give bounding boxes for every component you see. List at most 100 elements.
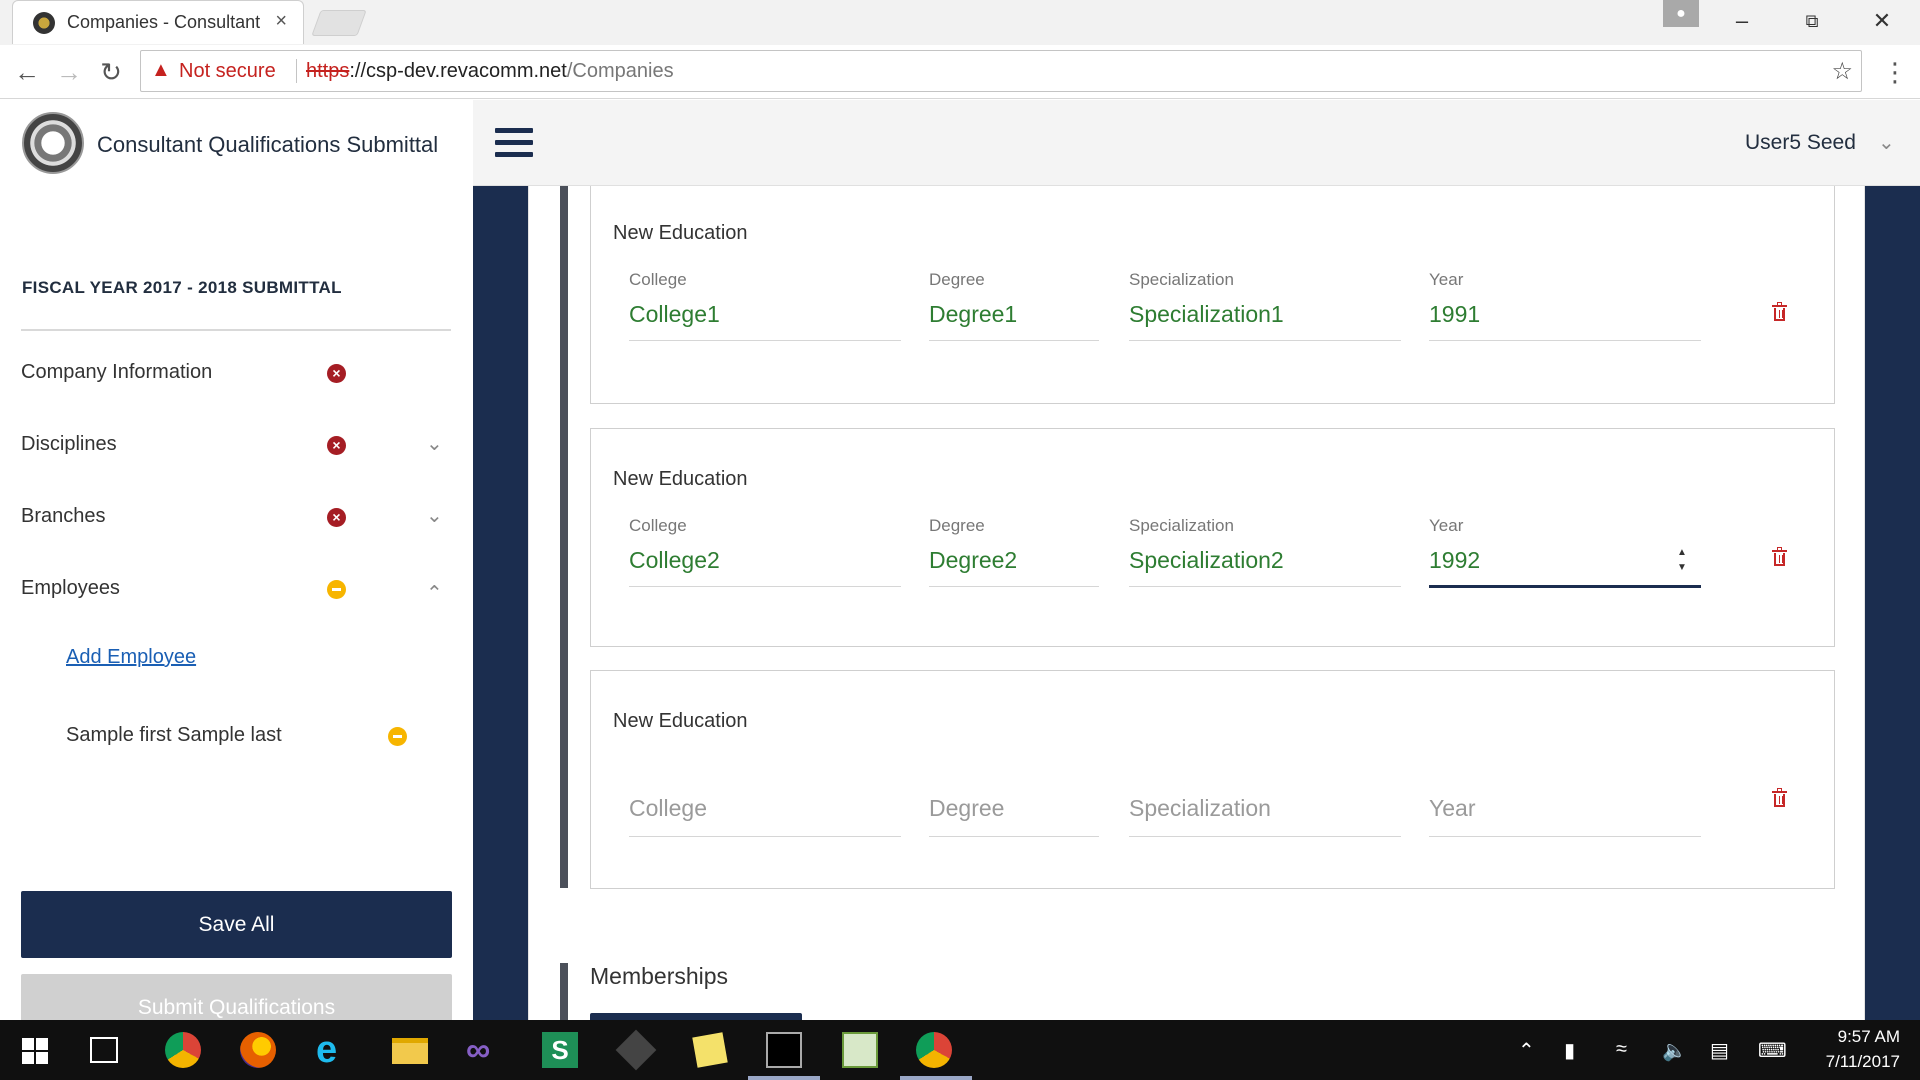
active-app-indicator	[748, 1076, 820, 1080]
url-text[interactable]: https://csp-dev.revacomm.net/Companies	[306, 60, 674, 83]
gitkraken-icon[interactable]	[615, 1029, 657, 1071]
tray-chevron-up-icon[interactable]: ⌃	[1518, 1038, 1535, 1063]
add-employee-link[interactable]: Add Employee	[66, 646, 196, 669]
trash-icon[interactable]	[1772, 302, 1787, 321]
windows-taskbar: e ∞ S ⌃ ▮ ≈ 🔈 ▤ ⌨ 9:57 AM 7/11/2017	[0, 1020, 1920, 1080]
command-prompt-icon[interactable]	[766, 1032, 802, 1068]
clock-time[interactable]: 9:57 AM	[1820, 1027, 1900, 1047]
degree-input[interactable]: Degree	[929, 769, 1099, 839]
trash-icon[interactable]	[1772, 788, 1787, 807]
year-field-focused[interactable]: Year 1992 ▲ ▼	[1429, 516, 1701, 588]
fiscal-year-heading: FISCAL YEAR 2017 - 2018 SUBMITTAL	[22, 278, 342, 297]
chevron-up-icon[interactable]: ⌄	[426, 579, 443, 604]
field-label: College	[629, 516, 687, 535]
spreadsheet-app-icon[interactable]	[842, 1032, 878, 1068]
field-underline	[629, 836, 901, 837]
visual-studio-icon[interactable]: ∞	[466, 1032, 502, 1068]
task-view-icon[interactable]	[90, 1037, 118, 1063]
close-window-icon[interactable]: ✕	[1862, 8, 1902, 34]
warning-status-icon	[388, 727, 407, 746]
specialization-field[interactable]: Specialization Specialization1	[1129, 270, 1401, 341]
employee-item[interactable]: Sample first Sample last	[66, 724, 436, 764]
education-card-title: New Education	[613, 468, 748, 490]
field-value: College1	[629, 301, 720, 327]
specialization-input[interactable]: Specialization	[1129, 769, 1401, 839]
degree-field[interactable]: Degree Degree2	[929, 516, 1099, 587]
field-underline	[929, 340, 1099, 341]
minimize-icon[interactable]: –	[1722, 8, 1762, 34]
field-label: Degree	[929, 516, 985, 535]
year-field[interactable]: Year 1991	[1429, 270, 1701, 341]
back-icon[interactable]: ←	[10, 55, 44, 89]
sidebar-item-company-information[interactable]: Company Information ×	[21, 349, 451, 399]
url-scheme: https	[306, 60, 350, 82]
sidebar-item-employees[interactable]: Employees ⌄	[21, 565, 451, 615]
field-value: Specialization2	[1129, 547, 1284, 573]
field-value: Degree1	[929, 301, 1018, 327]
volume-muted-icon[interactable]: 🔈	[1662, 1038, 1687, 1063]
submit-qualifications-button[interactable]: Submit Qualifications	[21, 974, 452, 1020]
field-placeholder: Year	[1429, 795, 1476, 821]
memberships-add-button[interactable]	[590, 1013, 802, 1020]
sidebar: Consultant Qualifications Submittal FISC…	[0, 100, 473, 1020]
chrome-active-icon[interactable]	[916, 1032, 952, 1068]
app-title: Consultant Qualifications Submittal	[97, 132, 439, 157]
chevron-down-icon[interactable]: ⌄	[426, 503, 443, 528]
browser-toolbar: ← → ↻ ▲ Not secure https://csp-dev.revac…	[0, 45, 1920, 99]
internet-explorer-icon[interactable]: e	[316, 1031, 352, 1069]
spinner-down-icon[interactable]: ▼	[1677, 563, 1687, 573]
app-s-icon[interactable]: S	[542, 1032, 578, 1068]
field-label: Degree	[929, 270, 985, 289]
chevron-down-icon[interactable]: ⌄	[426, 431, 443, 456]
bookmark-star-icon[interactable]: ☆	[1831, 57, 1853, 86]
browser-tab[interactable]: Companies - Consultant ×	[12, 0, 304, 44]
warning-status-icon	[327, 580, 346, 599]
sticky-notes-icon[interactable]	[692, 1032, 728, 1068]
clock-date[interactable]: 7/11/2017	[1805, 1052, 1900, 1072]
chrome-icon[interactable]	[165, 1032, 201, 1068]
error-status-icon: ×	[327, 364, 346, 383]
address-bar[interactable]: ▲ Not secure https://csp-dev.revacomm.ne…	[140, 50, 1862, 92]
new-tab-button[interactable]	[311, 10, 367, 36]
college-input[interactable]: College	[629, 769, 901, 839]
keyboard-icon[interactable]: ⌨	[1758, 1038, 1787, 1063]
reload-icon[interactable]: ↻	[94, 55, 128, 89]
user-menu[interactable]: User5 Seed	[1745, 131, 1856, 155]
field-underline	[1429, 340, 1701, 341]
url-host: ://csp-dev.revacomm.net	[349, 60, 567, 82]
hamburger-menu-icon[interactable]	[495, 128, 533, 158]
agency-seal-logo	[22, 112, 84, 174]
field-label: Year	[1429, 270, 1464, 289]
trash-icon[interactable]	[1772, 547, 1787, 566]
sidebar-item-label: Company Information	[21, 361, 213, 383]
browser-menu-icon[interactable]: ⋮	[1882, 57, 1908, 88]
field-value: Specialization1	[1129, 301, 1284, 327]
save-all-button[interactable]: Save All	[21, 891, 452, 958]
college-field[interactable]: College College2	[629, 516, 901, 587]
chevron-down-icon[interactable]: ⌄	[1878, 130, 1895, 155]
education-card-title: New Education	[613, 222, 748, 244]
field-underline	[929, 836, 1099, 837]
sidebar-item-branches[interactable]: Branches × ⌄	[21, 493, 451, 543]
not-secure-label[interactable]: Not secure	[179, 60, 276, 83]
sidebar-item-label: Employees	[21, 577, 120, 599]
sidebar-item-disciplines[interactable]: Disciplines × ⌄	[21, 421, 451, 471]
profile-icon[interactable]: ●	[1663, 0, 1699, 27]
wifi-icon[interactable]: ≈	[1616, 1038, 1627, 1061]
degree-field[interactable]: Degree Degree1	[929, 270, 1099, 341]
restore-icon[interactable]: ⧉	[1792, 8, 1832, 34]
browser-titlebar: Companies - Consultant × ● – ⧉ ✕	[0, 0, 1920, 45]
firefox-icon[interactable]	[240, 1032, 276, 1068]
year-input[interactable]: Year	[1429, 769, 1701, 839]
spinner-up-icon[interactable]: ▲	[1677, 548, 1687, 558]
education-card: New Education College College1 Degree De…	[590, 186, 1835, 404]
forward-icon[interactable]: →	[52, 55, 86, 89]
battery-icon[interactable]: ▮	[1564, 1038, 1575, 1063]
tab-close-icon[interactable]: ×	[275, 10, 287, 33]
specialization-field[interactable]: Specialization Specialization2	[1129, 516, 1401, 587]
action-center-icon[interactable]: ▤	[1710, 1038, 1729, 1063]
file-explorer-icon[interactable]	[392, 1038, 428, 1064]
windows-start-icon[interactable]	[22, 1038, 48, 1064]
college-field[interactable]: College College1	[629, 270, 901, 341]
main-content: New Education College College1 Degree De…	[473, 186, 1920, 1020]
